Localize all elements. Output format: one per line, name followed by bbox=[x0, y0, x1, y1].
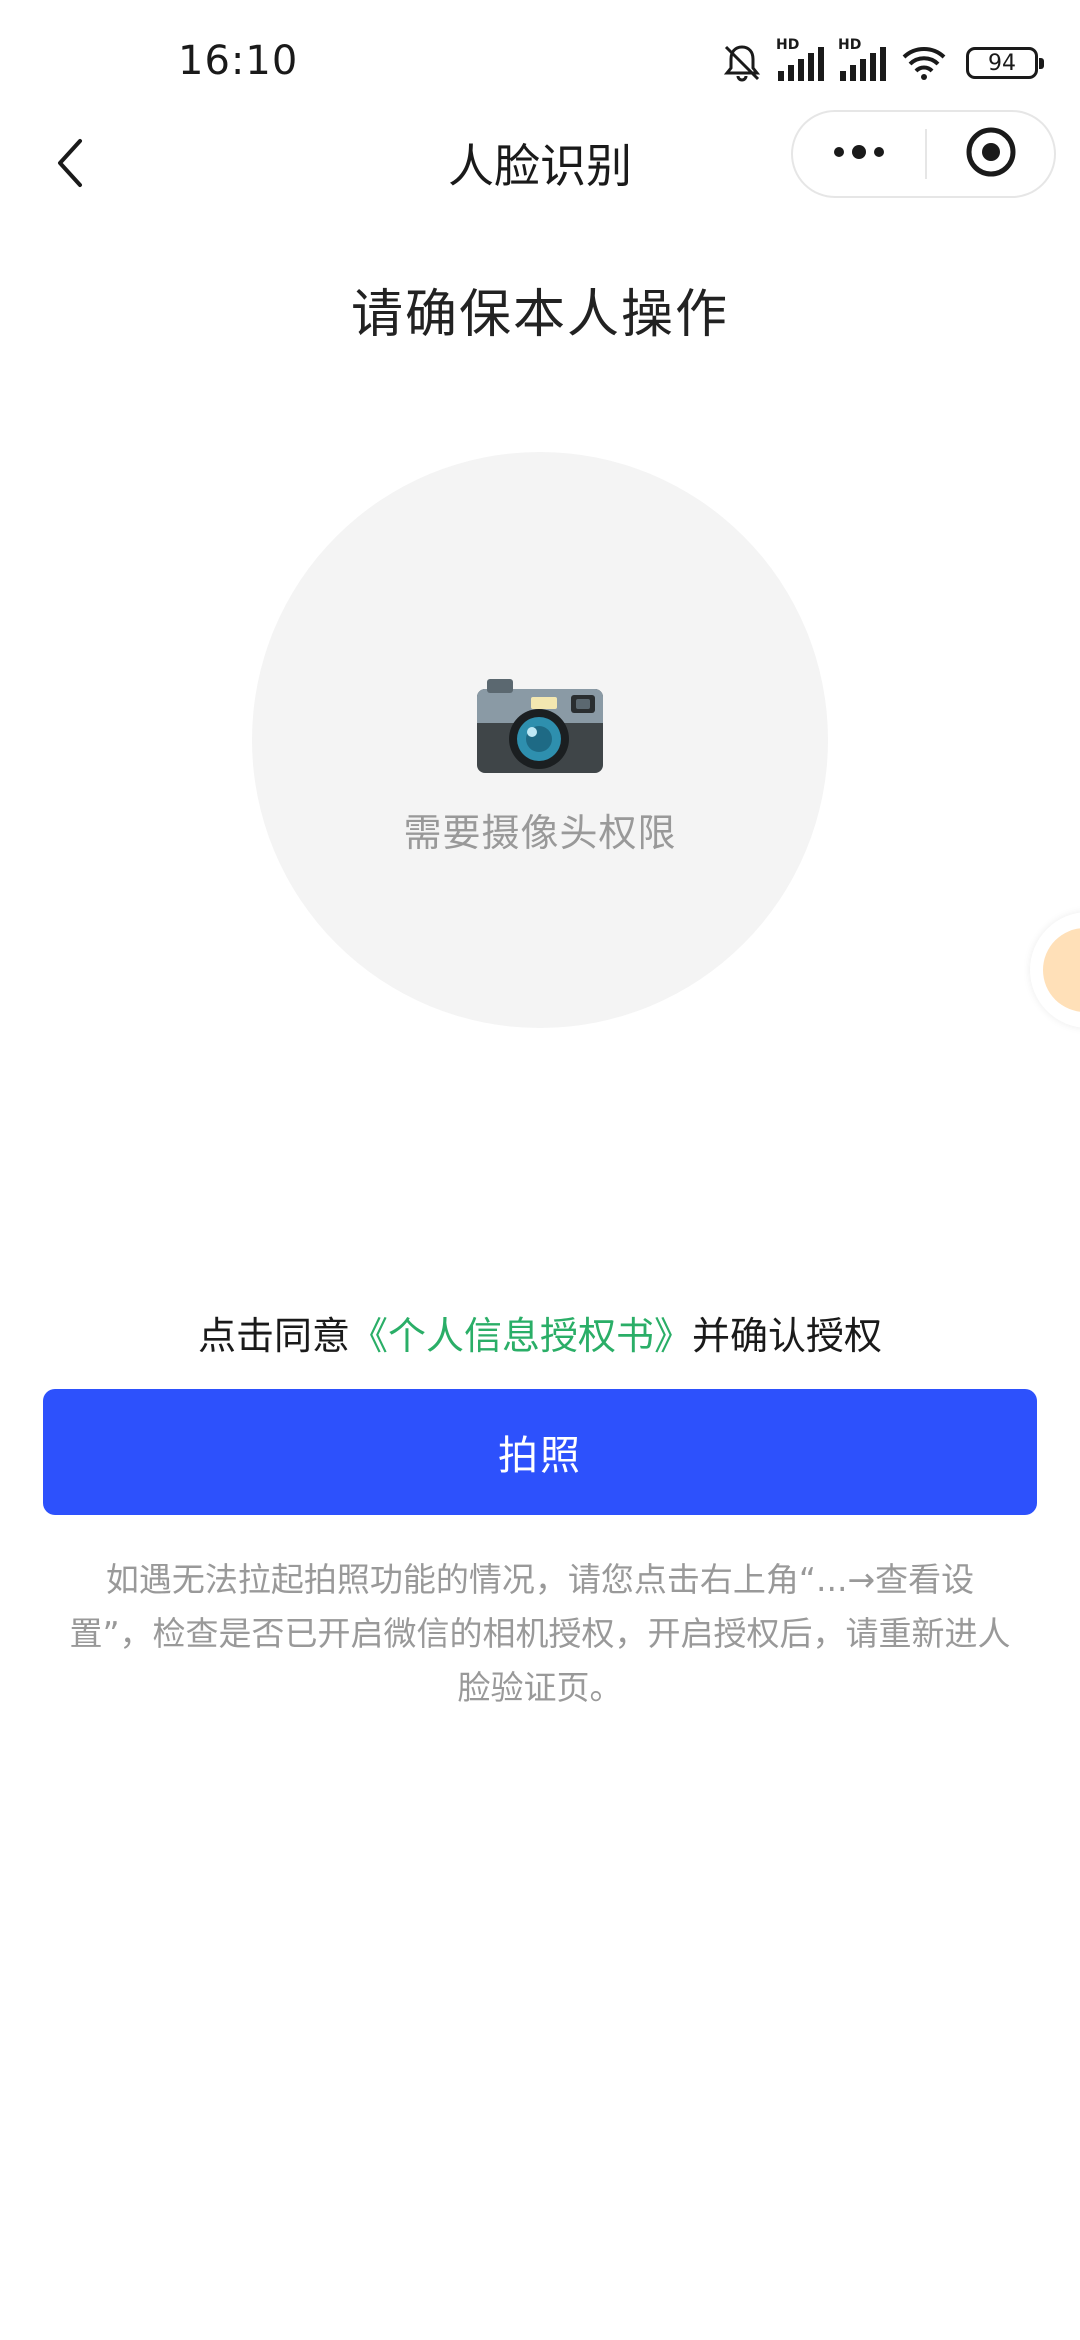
more-button[interactable] bbox=[793, 112, 925, 196]
signal-icon: HD bbox=[776, 37, 826, 83]
wifi-icon bbox=[900, 43, 948, 83]
consent-suffix: 并确认授权 bbox=[692, 1314, 883, 1358]
network-label: HD bbox=[776, 37, 800, 53]
close-button[interactable] bbox=[927, 112, 1054, 196]
mute-bell-icon bbox=[720, 43, 764, 83]
help-text: 如遇无法拉起拍照功能的情况，请您点击右上角“...→查看设置”，检查是否已开启微… bbox=[69, 1560, 1011, 1707]
status-icons: HD HD 94 bbox=[720, 37, 1044, 86]
camera-icon bbox=[475, 667, 605, 777]
status-time: 16:10 bbox=[178, 38, 299, 84]
mini-program-capsule bbox=[791, 110, 1056, 198]
authorization-doc-link[interactable]: 《个人信息授权书》 bbox=[350, 1314, 692, 1358]
more-dots-icon bbox=[831, 144, 887, 164]
consent-line: 点击同意《个人信息授权书》并确认授权 bbox=[0, 1305, 1080, 1360]
take-photo-label: 拍照 bbox=[498, 1434, 582, 1478]
status-bar: 16:10 HD HD 94 bbox=[0, 0, 1080, 110]
nav-bar: 人脸识别 bbox=[0, 110, 1080, 240]
floating-widget-icon bbox=[1043, 928, 1080, 1012]
network-label: HD bbox=[838, 37, 862, 53]
battery-icon: 94 bbox=[966, 47, 1044, 79]
target-close-icon bbox=[965, 126, 1017, 182]
page-heading: 请确保本人操作 bbox=[350, 285, 729, 345]
consent-prefix: 点击同意 bbox=[197, 1314, 350, 1358]
camera-permission-hint: 需要摄像头权限 bbox=[403, 811, 677, 855]
battery-level: 94 bbox=[988, 50, 1016, 76]
floating-widget[interactable] bbox=[1030, 912, 1080, 1028]
camera-preview[interactable]: 需要摄像头权限 bbox=[252, 452, 828, 1028]
signal-icon: HD bbox=[838, 37, 888, 83]
take-photo-button[interactable]: 拍照 bbox=[43, 1389, 1037, 1515]
